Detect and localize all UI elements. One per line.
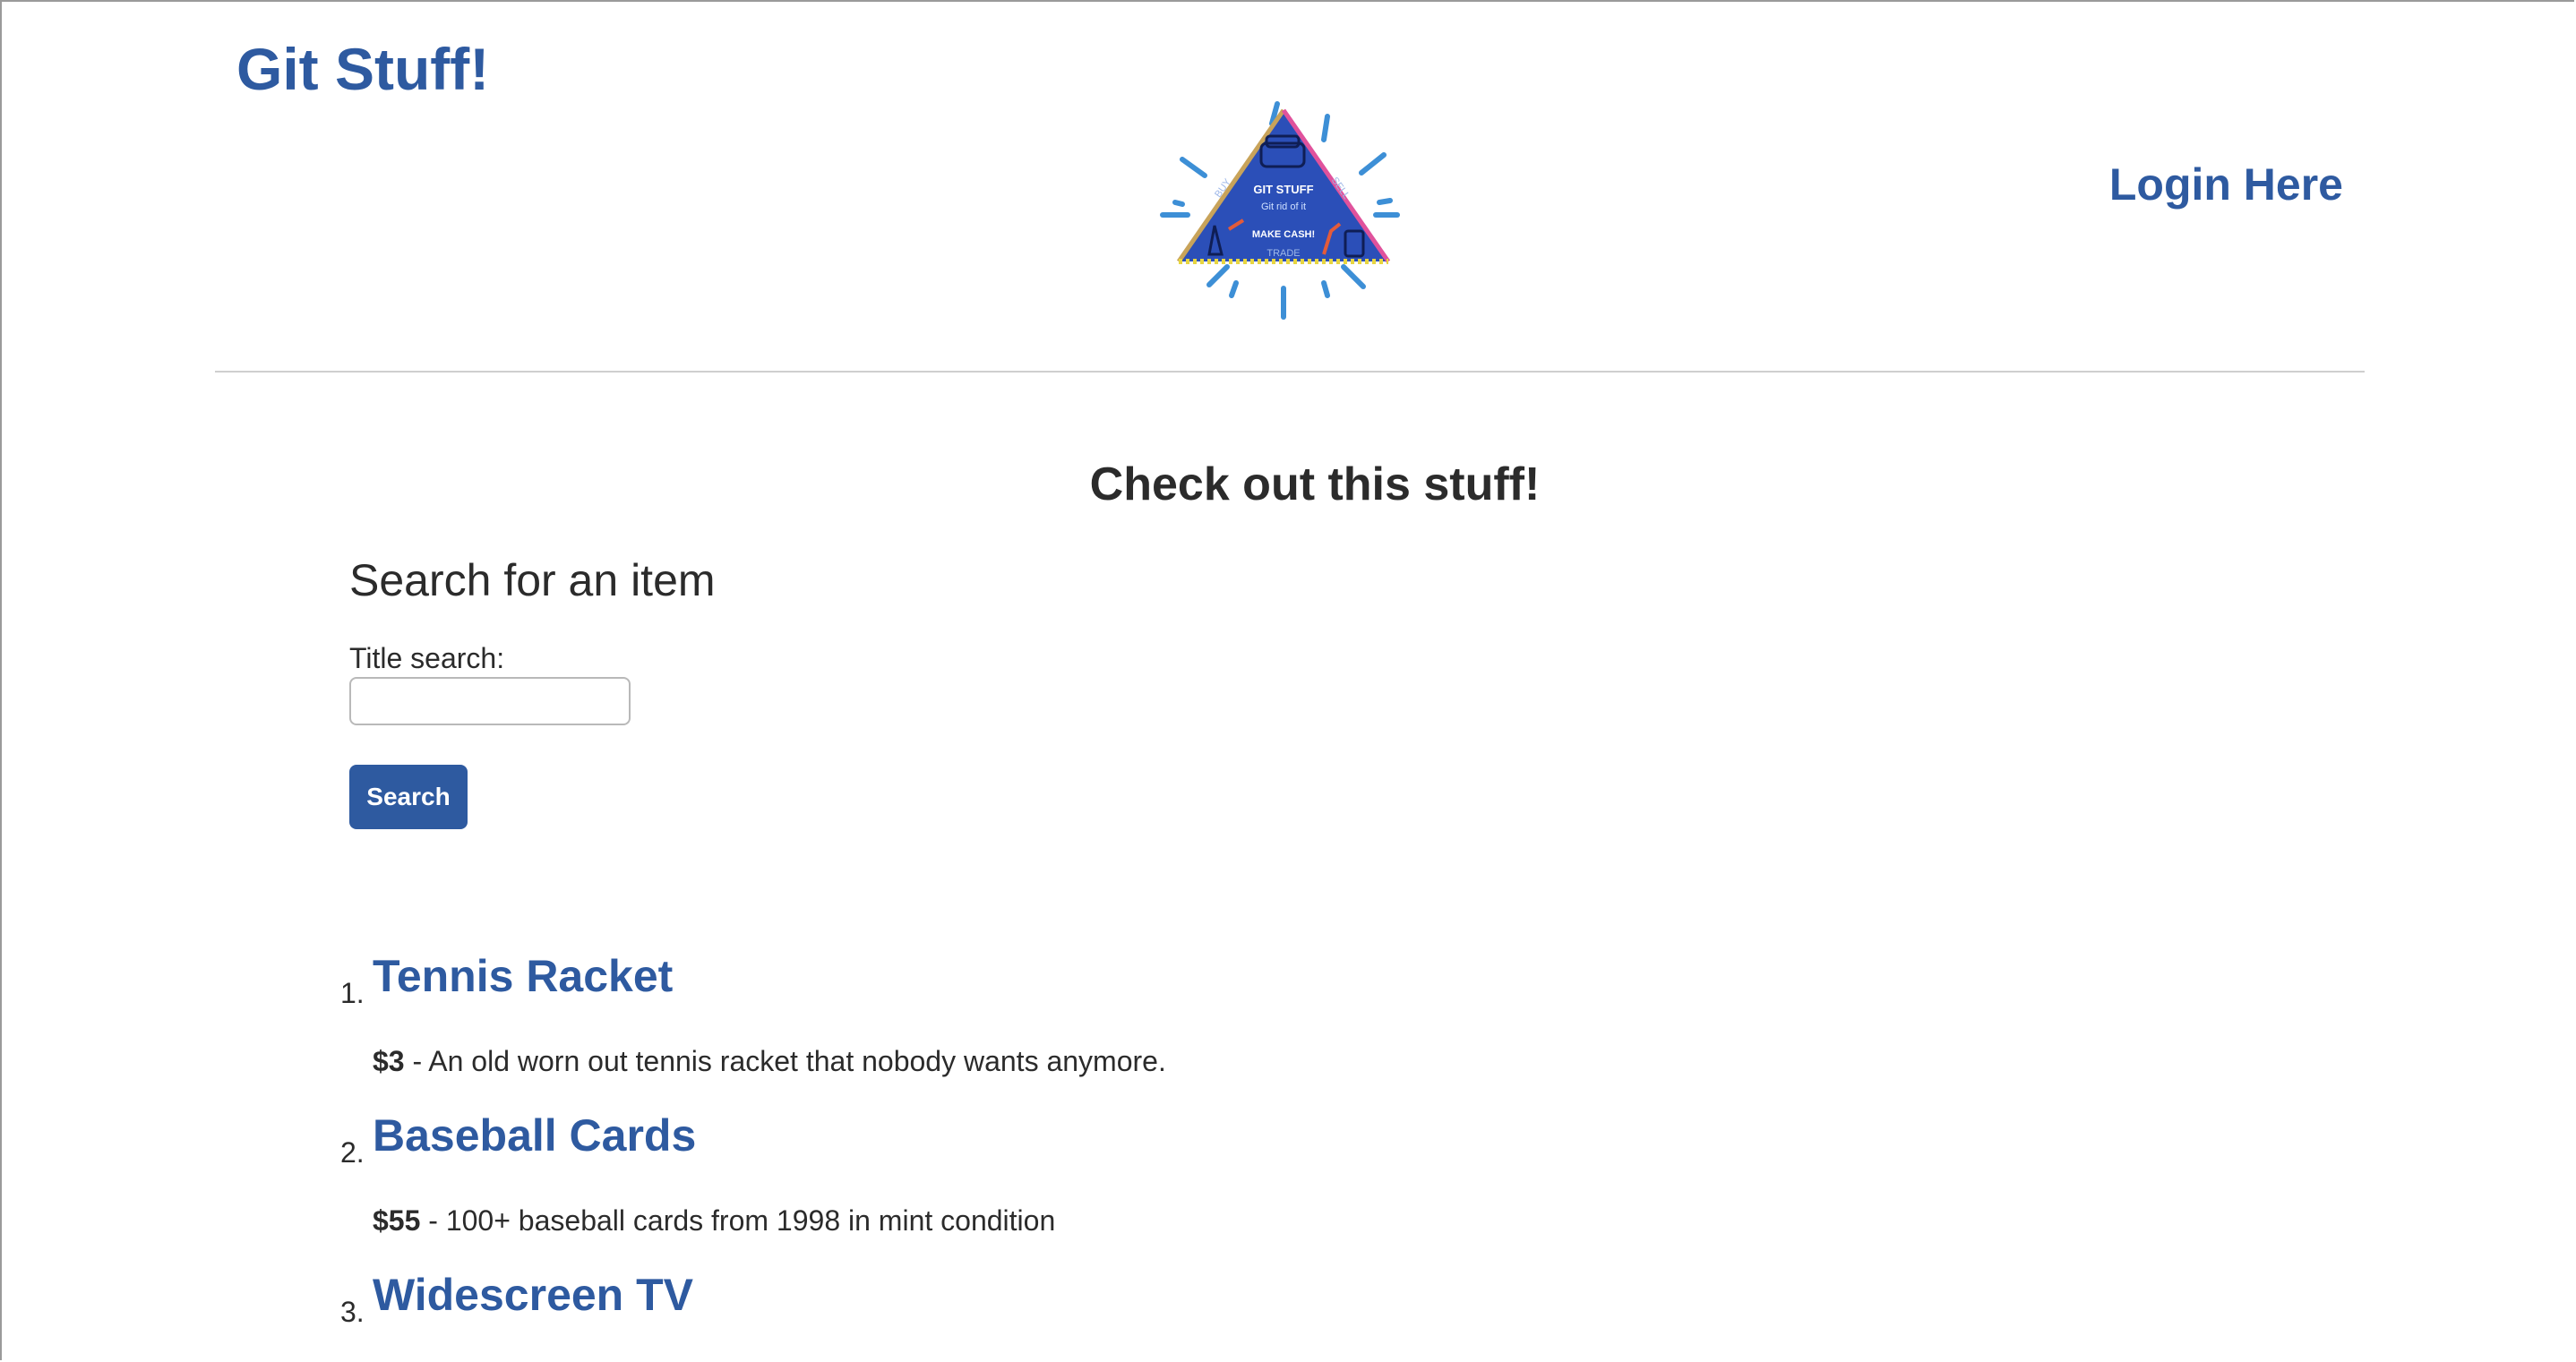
title-search-label: Title search: bbox=[349, 642, 505, 674]
item-price: $3 bbox=[373, 1045, 405, 1077]
svg-text:Git rid of it: Git rid of it bbox=[1261, 201, 1306, 212]
item-number: 1. bbox=[340, 977, 365, 1009]
svg-text:TRADE: TRADE bbox=[1267, 248, 1300, 259]
list-item: 3. Widescreen TV bbox=[340, 1268, 2132, 1362]
list-item: 1. Tennis Racket $3 - An old worn out te… bbox=[340, 949, 2132, 1109]
list-item: 2. Baseball Cards $55 - 100+ baseball ca… bbox=[340, 1109, 2132, 1268]
item-list: 1. Tennis Racket $3 - An old worn out te… bbox=[340, 949, 2132, 1362]
page-title: Check out this stuff! bbox=[1089, 458, 1541, 510]
svg-text:GIT STUFF: GIT STUFF bbox=[1253, 183, 1313, 196]
header-divider bbox=[215, 371, 2365, 373]
brand-link[interactable]: Git Stuff! bbox=[236, 34, 489, 105]
item-description-text: - 100+ baseball cards from 1998 in mint … bbox=[420, 1204, 1056, 1237]
svg-text:MAKE CASH!: MAKE CASH! bbox=[1252, 229, 1315, 240]
item-description-text: - An old worn out tennis racket that nob… bbox=[404, 1045, 1166, 1077]
item-title-link[interactable]: Baseball Cards bbox=[373, 1109, 696, 1162]
item-number: 3. bbox=[340, 1296, 365, 1328]
item-number: 2. bbox=[340, 1136, 365, 1169]
item-title-link[interactable]: Tennis Racket bbox=[373, 949, 673, 1003]
item-price: $55 bbox=[373, 1204, 421, 1237]
item-description: $55 - 100+ baseball cards from 1998 in m… bbox=[373, 1204, 1055, 1238]
site-logo: GIT STUFF Git rid of it MAKE CASH! TRADE… bbox=[1155, 97, 1415, 330]
search-heading: Search for an item bbox=[349, 555, 716, 605]
item-title-link[interactable]: Widescreen TV bbox=[373, 1268, 693, 1322]
title-search-input[interactable] bbox=[349, 677, 631, 725]
search-button[interactable]: Search bbox=[349, 765, 468, 829]
login-link[interactable]: Login Here bbox=[2109, 158, 2343, 211]
item-description: $3 - An old worn out tennis racket that … bbox=[373, 1044, 1166, 1078]
